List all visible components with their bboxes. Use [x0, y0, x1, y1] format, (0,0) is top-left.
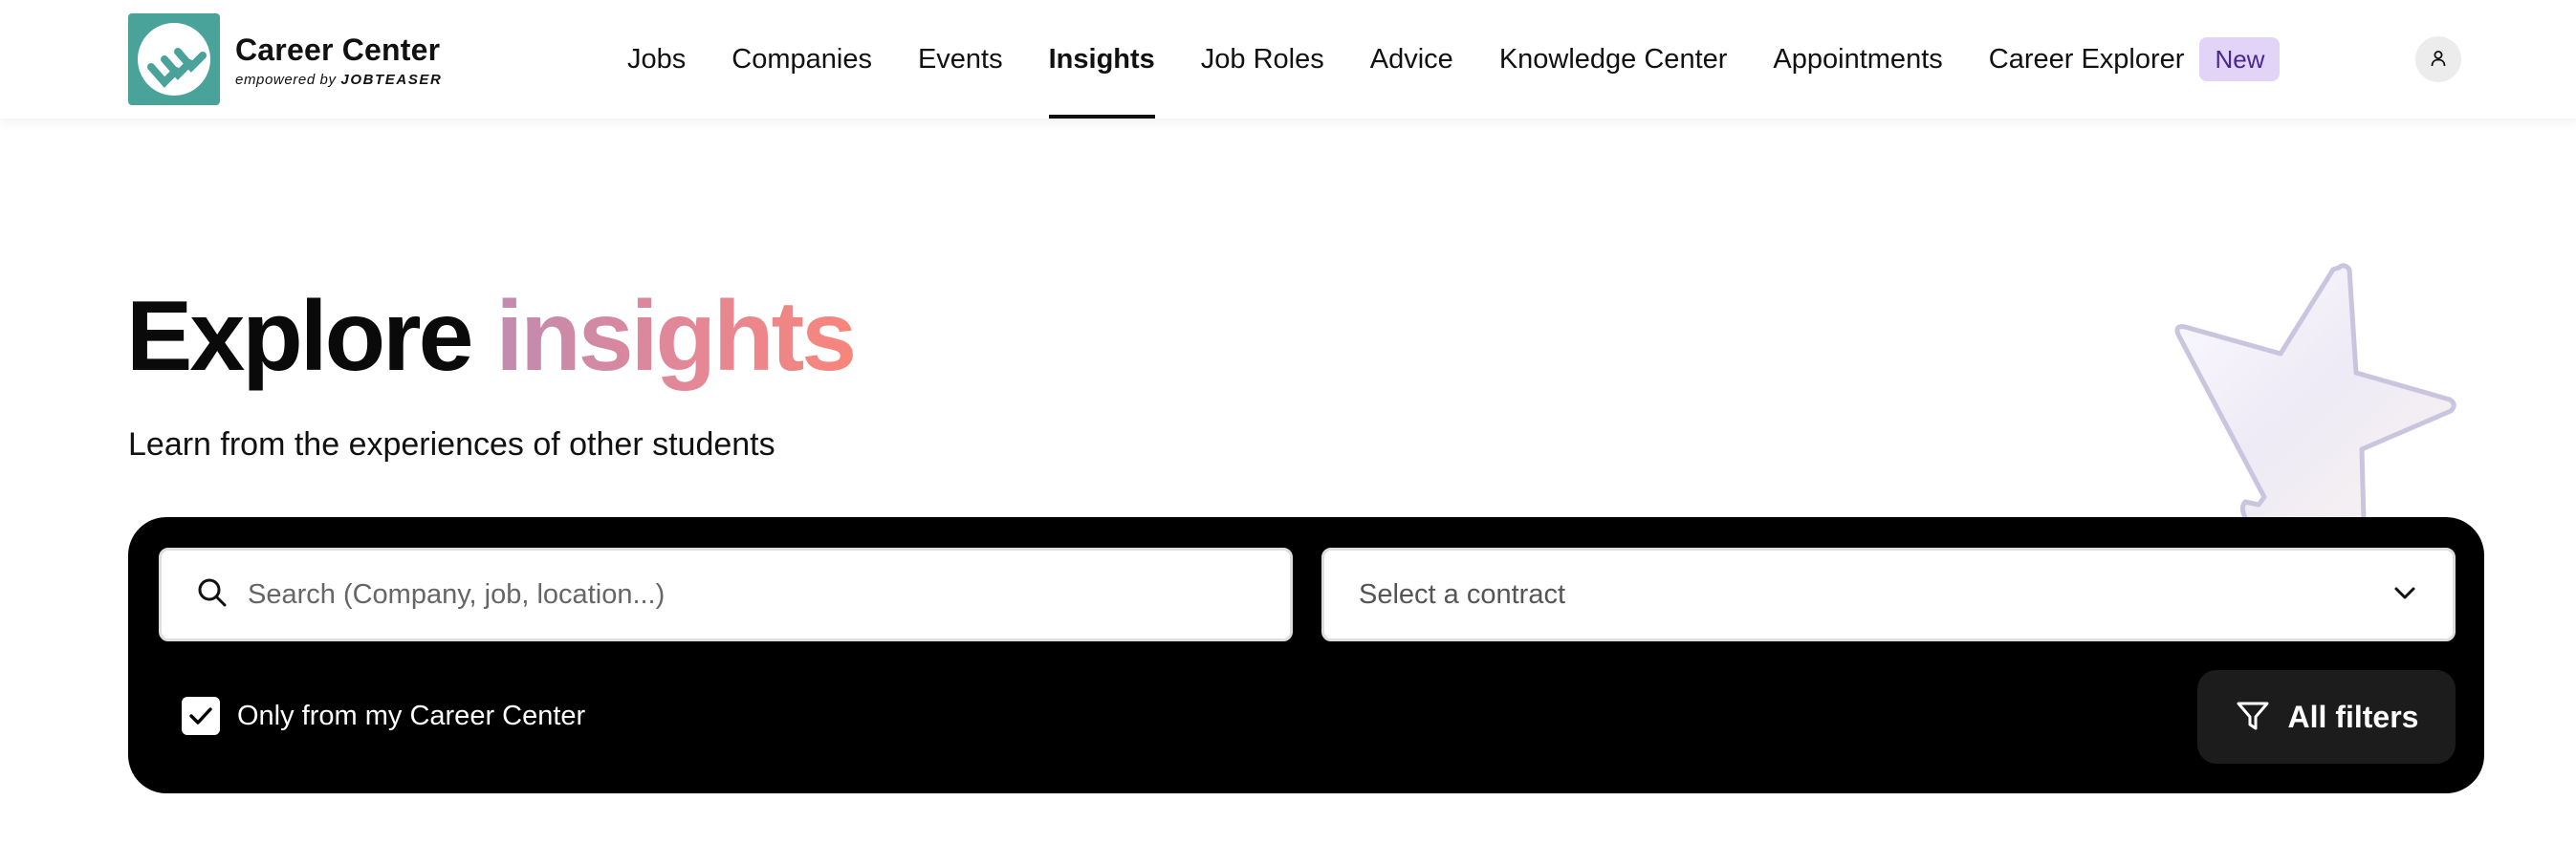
- career-center-logo-icon: [128, 13, 220, 105]
- top-navigation-bar: Career Center empowered by JOBTEASER Job…: [0, 0, 2576, 119]
- star-decoration-icon: [2151, 258, 2467, 526]
- nav-item-knowledge-center[interactable]: Knowledge Center: [1499, 0, 1728, 119]
- logo-text: Career Center empowered by JOBTEASER: [235, 32, 442, 88]
- nav-item-career-explorer[interactable]: Career Explorer New: [1989, 0, 2281, 119]
- brand-title: Career Center: [235, 32, 441, 67]
- profile-button[interactable]: [2415, 36, 2461, 82]
- page-title-accent: insights: [495, 281, 857, 392]
- all-filters-button[interactable]: All filters: [2197, 670, 2456, 764]
- only-my-career-center-checkbox[interactable]: [182, 697, 220, 735]
- contract-select[interactable]: Select a contract: [1321, 548, 2456, 641]
- career-center-logo-link[interactable]: Career Center empowered by JOBTEASER: [128, 13, 442, 105]
- search-input[interactable]: [248, 566, 1290, 623]
- nav-item-jobs[interactable]: Jobs: [627, 0, 686, 119]
- page-title-main: Explore: [126, 281, 473, 392]
- all-filters-label: All filters: [2287, 699, 2419, 734]
- chevron-down-icon: [2391, 579, 2418, 611]
- page-title: Explore insights: [126, 279, 857, 394]
- nav-item-job-roles[interactable]: Job Roles: [1201, 0, 1324, 119]
- only-my-career-center-label: Only from my Career Center: [237, 700, 586, 731]
- nav-item-career-explorer-label: Career Explorer: [1988, 43, 2185, 75]
- search-icon: [196, 576, 229, 614]
- main-nav: Jobs Companies Events Insights Job Roles…: [627, 0, 2281, 119]
- nav-item-companies[interactable]: Companies: [731, 0, 872, 119]
- only-my-career-center-option[interactable]: Only from my Career Center: [182, 697, 585, 735]
- checkmark-icon: [189, 707, 212, 725]
- nav-item-events[interactable]: Events: [918, 0, 1003, 119]
- contract-select-label: Select a contract: [1359, 578, 1565, 610]
- search-panel: Select a contract Only from my Career Ce…: [128, 517, 2484, 793]
- user-icon: [2429, 49, 2448, 71]
- page-subtitle: Learn from the experiences of other stud…: [128, 426, 775, 463]
- brand-subtitle-prefix: empowered by: [235, 71, 337, 88]
- nav-item-appointments[interactable]: Appointments: [1773, 0, 1942, 119]
- new-badge: New: [2199, 37, 2281, 81]
- nav-item-advice[interactable]: Advice: [1370, 0, 1453, 119]
- brand-subtitle-brand: JOBTEASER: [340, 71, 443, 88]
- search-field[interactable]: [159, 548, 1293, 641]
- brand-subtitle: empowered by JOBTEASER: [235, 72, 442, 88]
- filter-icon: [2235, 698, 2271, 737]
- nav-item-insights[interactable]: Insights: [1048, 0, 1155, 119]
